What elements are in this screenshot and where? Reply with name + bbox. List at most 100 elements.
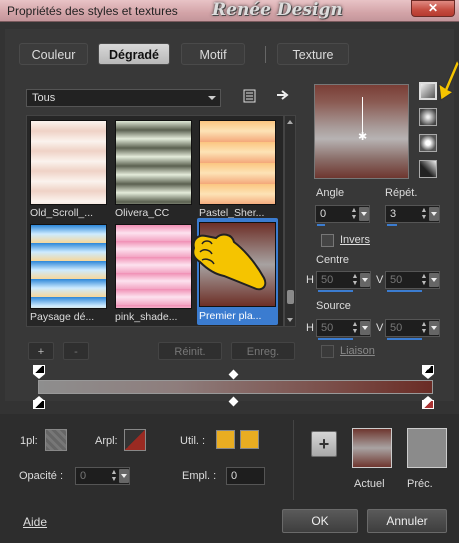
position-value: 0: [231, 470, 238, 482]
chevron-down-icon[interactable]: [429, 321, 439, 335]
chevron-down-icon[interactable]: [119, 469, 129, 483]
center-h-label: H: [306, 274, 314, 286]
save-gradient-button[interactable]: Enreg.: [231, 342, 295, 360]
use-color-swatch-alt[interactable]: [240, 430, 259, 449]
gradient-swatch: [115, 224, 192, 309]
use-label: Util. :: [180, 435, 206, 447]
linear-style-icon[interactable]: [419, 82, 437, 100]
repeat-spinner[interactable]: 3 ▲ ▼: [385, 205, 440, 226]
gradient-swatch: [115, 120, 192, 205]
gallery-scrollbar[interactable]: [284, 115, 296, 327]
chevron-down-icon[interactable]: [429, 207, 439, 221]
gradient-item[interactable]: Olivera_CC: [113, 118, 194, 221]
tab-degrade[interactable]: Dégradé: [98, 43, 170, 65]
gradient-item[interactable]: Old_Scroll_...: [28, 118, 109, 221]
tab-texture[interactable]: Texture: [277, 43, 349, 65]
help-link[interactable]: Aide: [23, 515, 47, 529]
opacity-value: 0: [80, 470, 87, 482]
top-stop-end[interactable]: [422, 365, 434, 379]
category-select[interactable]: Tous: [26, 89, 221, 107]
bottom-stop-start[interactable]: [33, 396, 45, 409]
center-h-spinner[interactable]: 50 ▲ ▼: [316, 271, 371, 292]
gradient-preview[interactable]: ✱: [314, 84, 409, 179]
add-gradient-button[interactable]: +: [28, 342, 54, 360]
repeat-label: Répét.: [385, 187, 418, 199]
position-label: Empl. :: [182, 470, 217, 482]
bottom-stop-end[interactable]: [422, 396, 434, 409]
rectangular-style-icon[interactable]: [419, 108, 437, 126]
close-button[interactable]: ✕: [411, 0, 455, 17]
center-v-value: 50: [390, 274, 403, 286]
position-field[interactable]: 0: [226, 467, 265, 485]
source-h-level: [318, 338, 353, 340]
previous-label: Préc.: [407, 478, 433, 490]
tab-motif[interactable]: Motif: [181, 43, 245, 65]
angle-label: Angle: [316, 187, 345, 199]
repeat-level: [387, 224, 397, 226]
spin-updown-icon[interactable]: ▲ ▼: [350, 273, 360, 287]
chevron-down-icon[interactable]: [429, 273, 439, 287]
gradient-swatch: [199, 120, 276, 205]
scroll-down-icon[interactable]: [287, 318, 293, 322]
angle-spinner[interactable]: 0 ▲ ▼: [315, 205, 370, 226]
sunburst-style-icon[interactable]: [419, 134, 437, 152]
top-stop-start[interactable]: [33, 365, 45, 379]
category-value: Tous: [32, 92, 56, 104]
center-v-label: V: [376, 274, 384, 286]
source-v-spinner[interactable]: 50 ▲ ▼: [385, 319, 440, 340]
source-v-value: 50: [390, 322, 403, 334]
arrow-right-icon[interactable]: [275, 88, 291, 104]
gradient-item[interactable]: Paysage dé...: [28, 222, 109, 325]
opacity-spinner[interactable]: 0 ▲ ▼: [75, 467, 130, 485]
use-color-swatch[interactable]: [216, 430, 235, 449]
tab-separator: [265, 46, 266, 63]
chevron-down-icon[interactable]: [359, 207, 369, 221]
link-checkbox[interactable]: [321, 345, 334, 358]
list-icon[interactable]: [241, 89, 257, 105]
gradient-swatch: [30, 120, 107, 205]
center-crosshair-icon: ✱: [358, 131, 368, 143]
tab-couleur[interactable]: Couleur: [19, 43, 88, 65]
reset-button[interactable]: Réinit.: [158, 342, 222, 360]
gradient-label: Olivera_CC: [115, 207, 170, 219]
ok-button[interactable]: OK: [282, 509, 358, 533]
spin-updown-icon[interactable]: ▲ ▼: [419, 207, 429, 221]
current-swatch[interactable]: [352, 428, 392, 468]
invert-label: Invers: [340, 234, 370, 246]
opacity-label: Opacité :: [19, 470, 64, 482]
pointer-arrow-icon: [438, 58, 459, 101]
spin-updown-icon[interactable]: ▲ ▼: [419, 321, 429, 335]
gradient-item[interactable]: Pastel_Sher...: [197, 118, 278, 221]
center-v-spinner[interactable]: 50 ▲ ▼: [385, 271, 440, 292]
cancel-button[interactable]: Annuler: [367, 509, 447, 533]
scroll-thumb[interactable]: [287, 290, 294, 304]
source-h-label: H: [306, 322, 314, 334]
radial-style-icon[interactable]: [419, 160, 437, 178]
remove-gradient-button[interactable]: -: [63, 342, 89, 360]
gradient-swatch: [30, 224, 107, 309]
spin-updown-icon[interactable]: ▲ ▼: [419, 273, 429, 287]
title-bar: Propriétés des styles et textures Renée …: [0, 0, 459, 22]
source-label: Source: [316, 300, 351, 312]
spin-updown-icon[interactable]: ▲ ▼: [349, 207, 359, 221]
center-v-level: [387, 290, 422, 292]
link-label: Liaison: [340, 345, 375, 357]
back-plane-label: Arpl:: [95, 435, 118, 447]
chevron-down-icon[interactable]: [360, 273, 370, 287]
source-h-spinner[interactable]: 50 ▲ ▼: [316, 319, 371, 340]
add-to-swatches-button[interactable]: +: [311, 431, 337, 457]
first-plane-swatch[interactable]: [45, 429, 67, 451]
chevron-down-icon[interactable]: [360, 321, 370, 335]
spin-updown-icon[interactable]: ▲ ▼: [109, 469, 119, 483]
source-v-level: [387, 338, 422, 340]
gradient-item[interactable]: pink_shade...: [113, 222, 194, 325]
invert-checkbox[interactable]: [321, 234, 334, 247]
center-h-value: 50: [321, 274, 334, 286]
window-title: Propriétés des styles et textures: [7, 4, 178, 18]
gradient-editor-bar[interactable]: [38, 380, 433, 394]
back-plane-swatch[interactable]: [124, 429, 146, 451]
scroll-up-icon[interactable]: [287, 120, 293, 124]
spin-updown-icon[interactable]: ▲ ▼: [350, 321, 360, 335]
gradient-label: Premier pla...: [199, 310, 262, 322]
previous-swatch[interactable]: [407, 428, 447, 468]
